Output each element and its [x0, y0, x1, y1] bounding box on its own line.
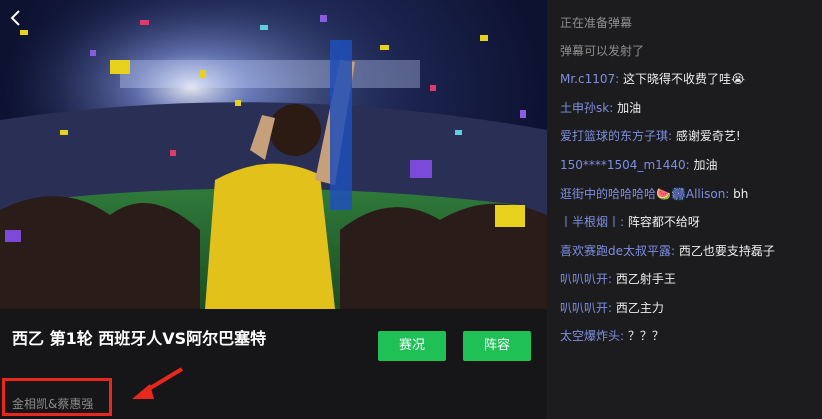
danmaku-username[interactable]: 土申孙sk:	[560, 101, 613, 115]
stadium-scene-image	[0, 0, 547, 309]
player-panel: 西乙 第1轮 西班牙人VS阿尔巴塞特 赛况 阵容 金相凯&蔡惠强	[0, 0, 547, 419]
back-button[interactable]	[6, 7, 28, 29]
danmaku-item: 爱打篮球的东方子琪: 感谢爱奇艺!	[560, 127, 741, 144]
danmaku-text: 加油	[617, 101, 642, 115]
danmaku-item: 150****1504_m1440: 加油	[560, 156, 718, 173]
danmaku-text: 感谢爱奇艺!	[675, 129, 741, 143]
system-message: 弹幕可以发射了	[560, 44, 645, 58]
match-title: 西乙 第1轮 西班牙人VS阿尔巴塞特	[12, 329, 267, 348]
danmaku-username[interactable]: 喜欢赛跑de太叔平露:	[560, 244, 675, 258]
danmaku-item: Mr.c1107: 这下晓得不收费了哇😭	[560, 70, 745, 87]
danmaku-username[interactable]: 叭叭叭开:	[560, 301, 612, 315]
danmaku-text: 加油	[693, 158, 718, 172]
danmaku-username[interactable]: 爱打篮球的东方子琪:	[560, 129, 672, 143]
danmaku-text: 西乙射手王	[615, 272, 676, 286]
danmaku-text: 阵容都不给呀	[627, 215, 700, 229]
danmaku-username[interactable]: 150****1504_m1440:	[560, 158, 690, 172]
danmaku-text: ？？？	[627, 329, 664, 343]
danmaku-panel: 正在准备弹幕 弹幕可以发射了 Mr.c1107: 这下晓得不收费了哇😭 土申孙s…	[547, 0, 822, 419]
danmaku-item: 丨半根烟丨: 阵容都不给呀	[560, 213, 700, 230]
highlight-box	[2, 378, 112, 416]
danmaku-text: 西乙也要支持磊子	[678, 244, 775, 258]
danmaku-item: 土申孙sk: 加油	[560, 99, 641, 116]
danmaku-item: 太空爆炸头: ？？？	[560, 327, 664, 344]
danmaku-item: 叭叭叭开: 西乙主力	[560, 299, 664, 316]
danmaku-username[interactable]: Mr.c1107:	[560, 72, 619, 86]
situation-button[interactable]: 赛况	[378, 331, 446, 361]
danmaku-item: 逛街中的哈哈哈哈🍉🎆Allison: bh	[560, 185, 748, 202]
danmaku-username[interactable]: 太空爆炸头:	[560, 329, 624, 343]
danmaku-text: bh	[733, 187, 749, 201]
danmaku-item: 叭叭叭开: 西乙射手王	[560, 270, 676, 287]
danmaku-username[interactable]: 丨半根烟丨:	[560, 215, 624, 229]
lineup-button[interactable]: 阵容	[463, 331, 531, 361]
danmaku-text: 西乙主力	[615, 301, 664, 315]
system-message: 正在准备弹幕	[560, 16, 633, 30]
danmaku-username[interactable]: 叭叭叭开:	[560, 272, 612, 286]
back-chevron-icon	[10, 10, 20, 26]
danmaku-item: 喜欢赛跑de太叔平露: 西乙也要支持磊子	[560, 242, 775, 259]
video-frame[interactable]	[0, 0, 547, 309]
danmaku-username[interactable]: 逛街中的哈哈哈哈🍉🎆Allison:	[560, 187, 729, 201]
annotation-arrow-icon	[132, 367, 184, 399]
danmaku-text: 这下晓得不收费了哇😭	[623, 72, 746, 86]
